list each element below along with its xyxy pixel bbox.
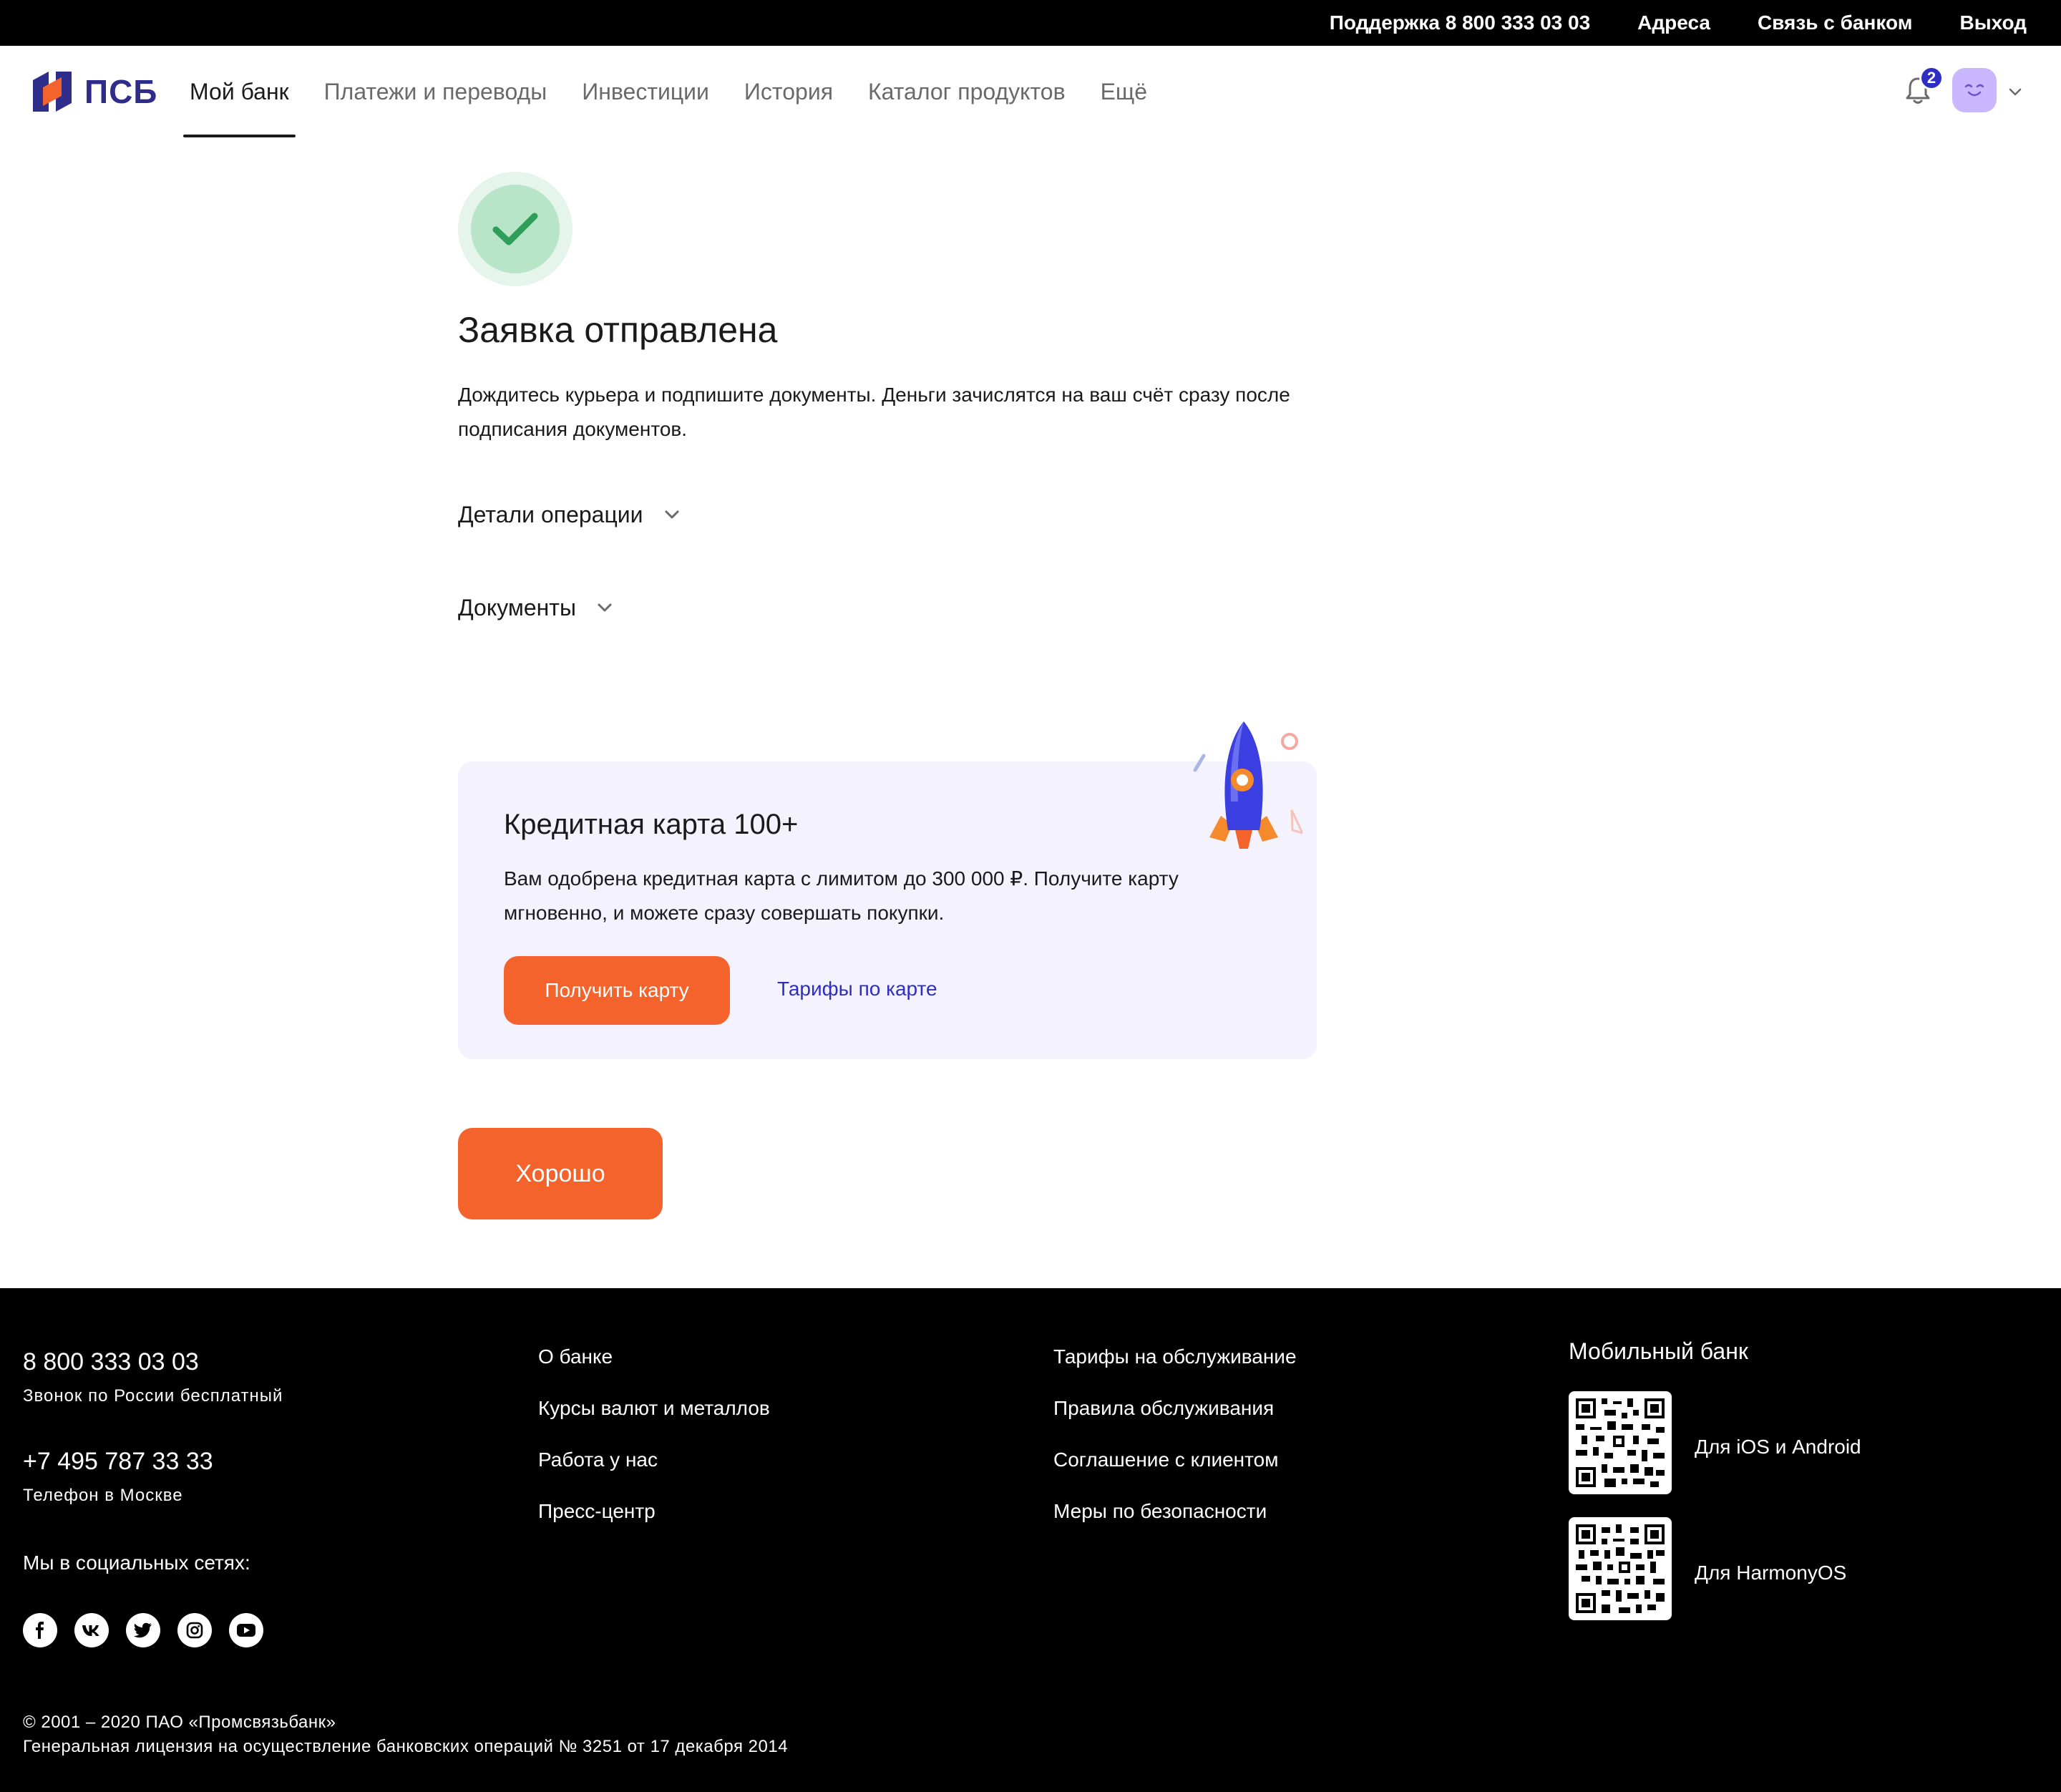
qr-code-icon bbox=[1576, 1398, 1665, 1487]
chevron-down-icon bbox=[665, 510, 679, 519]
ok-button[interactable]: Хорошо bbox=[458, 1128, 663, 1219]
page-title: Заявка отправлена bbox=[458, 310, 778, 350]
success-indicator bbox=[458, 172, 572, 286]
get-card-button[interactable]: Получить карту bbox=[504, 956, 730, 1025]
smile-face-icon bbox=[1964, 84, 1984, 97]
social-heading: Мы в социальных сетях: bbox=[23, 1552, 250, 1574]
logout-link[interactable]: Выход bbox=[1959, 11, 2027, 34]
license-line: Генеральная лицензия на осуществление ба… bbox=[23, 1737, 789, 1756]
nav-history[interactable]: История bbox=[738, 46, 839, 137]
footer-phone-russia-note: Звонок по России бесплатный bbox=[23, 1386, 283, 1406]
footer-copyright: © 2001 – 2020 ПАО «Промсвязьбанк» Генера… bbox=[23, 1710, 788, 1759]
instagram-glyph bbox=[186, 1622, 203, 1639]
main-nav: Мой банк Платежи и переводы Инвестиции И… bbox=[183, 46, 1176, 137]
psb-logo[interactable]: ПСБ bbox=[33, 72, 157, 112]
instagram-icon[interactable] bbox=[177, 1613, 212, 1647]
footer-link-rates[interactable]: Курсы валют и металлов bbox=[538, 1397, 770, 1420]
promo-title: Кредитная карта 100+ bbox=[504, 809, 799, 840]
footer-phone-moscow-note: Телефон в Москве bbox=[23, 1486, 183, 1505]
nav-catalog[interactable]: Каталог продуктов bbox=[862, 46, 1072, 137]
top-utility-links: Поддержка 8 800 333 03 03 Адреса Связь с… bbox=[1330, 0, 2027, 46]
qr-code-harmonyos[interactable] bbox=[1569, 1517, 1672, 1620]
footer-link-rules[interactable]: Правила обслуживания bbox=[1053, 1397, 1274, 1420]
accordion-documents[interactable]: Документы bbox=[458, 590, 615, 625]
twitter-glyph bbox=[134, 1622, 152, 1638]
footer-phone-russia[interactable]: 8 800 333 03 03 bbox=[23, 1348, 283, 1376]
facebook-icon[interactable] bbox=[23, 1613, 57, 1647]
success-indicator-inner bbox=[471, 185, 560, 273]
accordion-operation-details-label: Детали операции bbox=[458, 501, 643, 527]
mobile-bank-heading: Мобильный банк bbox=[1569, 1338, 1748, 1364]
card-tariffs-link[interactable]: Тарифы по карте bbox=[777, 978, 937, 1000]
footer: 8 800 333 03 03 Звонок по России бесплат… bbox=[0, 1288, 2061, 1792]
promo-text: Вам одобрена кредитная карта с лимитом д… bbox=[504, 867, 1179, 924]
avatar[interactable] bbox=[1952, 68, 1997, 112]
youtube-glyph bbox=[237, 1624, 255, 1637]
twitter-icon[interactable] bbox=[126, 1613, 160, 1647]
copyright-line: © 2001 – 2020 ПАО «Промсвязьбанк» bbox=[23, 1713, 336, 1732]
logo-text: ПСБ bbox=[84, 73, 158, 110]
footer-link-security[interactable]: Меры по безопасности bbox=[1053, 1500, 1267, 1523]
youtube-icon[interactable] bbox=[229, 1613, 263, 1647]
qr-code-ios-android[interactable] bbox=[1569, 1391, 1672, 1494]
contact-bank-link[interactable]: Связь с банком bbox=[1758, 11, 1913, 34]
qr-code-icon bbox=[1576, 1524, 1665, 1613]
check-icon bbox=[492, 213, 538, 245]
rocket-illustration bbox=[1193, 721, 1302, 849]
psb-logo-icon bbox=[33, 72, 72, 112]
chevron-down-icon bbox=[598, 603, 612, 612]
chevron-down-icon[interactable] bbox=[2007, 83, 2024, 100]
footer-contacts: 8 800 333 03 03 Звонок по России бесплат… bbox=[23, 1348, 283, 1574]
footer-link-about[interactable]: О банке bbox=[538, 1345, 613, 1368]
vk-glyph bbox=[82, 1625, 99, 1636]
footer-link-press[interactable]: Пресс-центр bbox=[538, 1500, 656, 1523]
notification-badge: 2 bbox=[1919, 66, 1944, 90]
top-utility-bar: Поддержка 8 800 333 03 03 Адреса Связь с… bbox=[0, 0, 2061, 46]
accordion-operation-details[interactable]: Детали операции bbox=[458, 497, 682, 532]
footer-phone-moscow[interactable]: +7 495 787 33 33 bbox=[23, 1448, 283, 1476]
social-links bbox=[23, 1613, 263, 1647]
footer-link-careers[interactable]: Работа у нас bbox=[538, 1448, 658, 1471]
nav-payments[interactable]: Платежи и переводы bbox=[318, 46, 554, 137]
vk-icon[interactable] bbox=[74, 1613, 109, 1647]
nav-investments[interactable]: Инвестиции bbox=[575, 46, 716, 137]
accordion-documents-label: Документы bbox=[458, 594, 576, 620]
qr-harmonyos-label[interactable]: Для HarmonyOS bbox=[1695, 1562, 1846, 1584]
facebook-glyph bbox=[36, 1622, 44, 1639]
footer-link-tariffs[interactable]: Тарифы на обслуживание bbox=[1053, 1345, 1297, 1368]
nav-more[interactable]: Ещё bbox=[1094, 46, 1154, 137]
support-phone-link[interactable]: Поддержка 8 800 333 03 03 bbox=[1330, 11, 1590, 34]
main-header: ПСБ Мой банк Платежи и переводы Инвестиц… bbox=[0, 46, 2061, 137]
qr-ios-android-label[interactable]: Для iOS и Android bbox=[1695, 1436, 1861, 1459]
addresses-link[interactable]: Адреса bbox=[1637, 11, 1710, 34]
page-description: Дождитесь курьера и подпишите документы.… bbox=[458, 384, 1290, 440]
nav-my-bank[interactable]: Мой банк bbox=[183, 46, 296, 137]
footer-link-agreement[interactable]: Соглашение с клиентом bbox=[1053, 1448, 1278, 1471]
